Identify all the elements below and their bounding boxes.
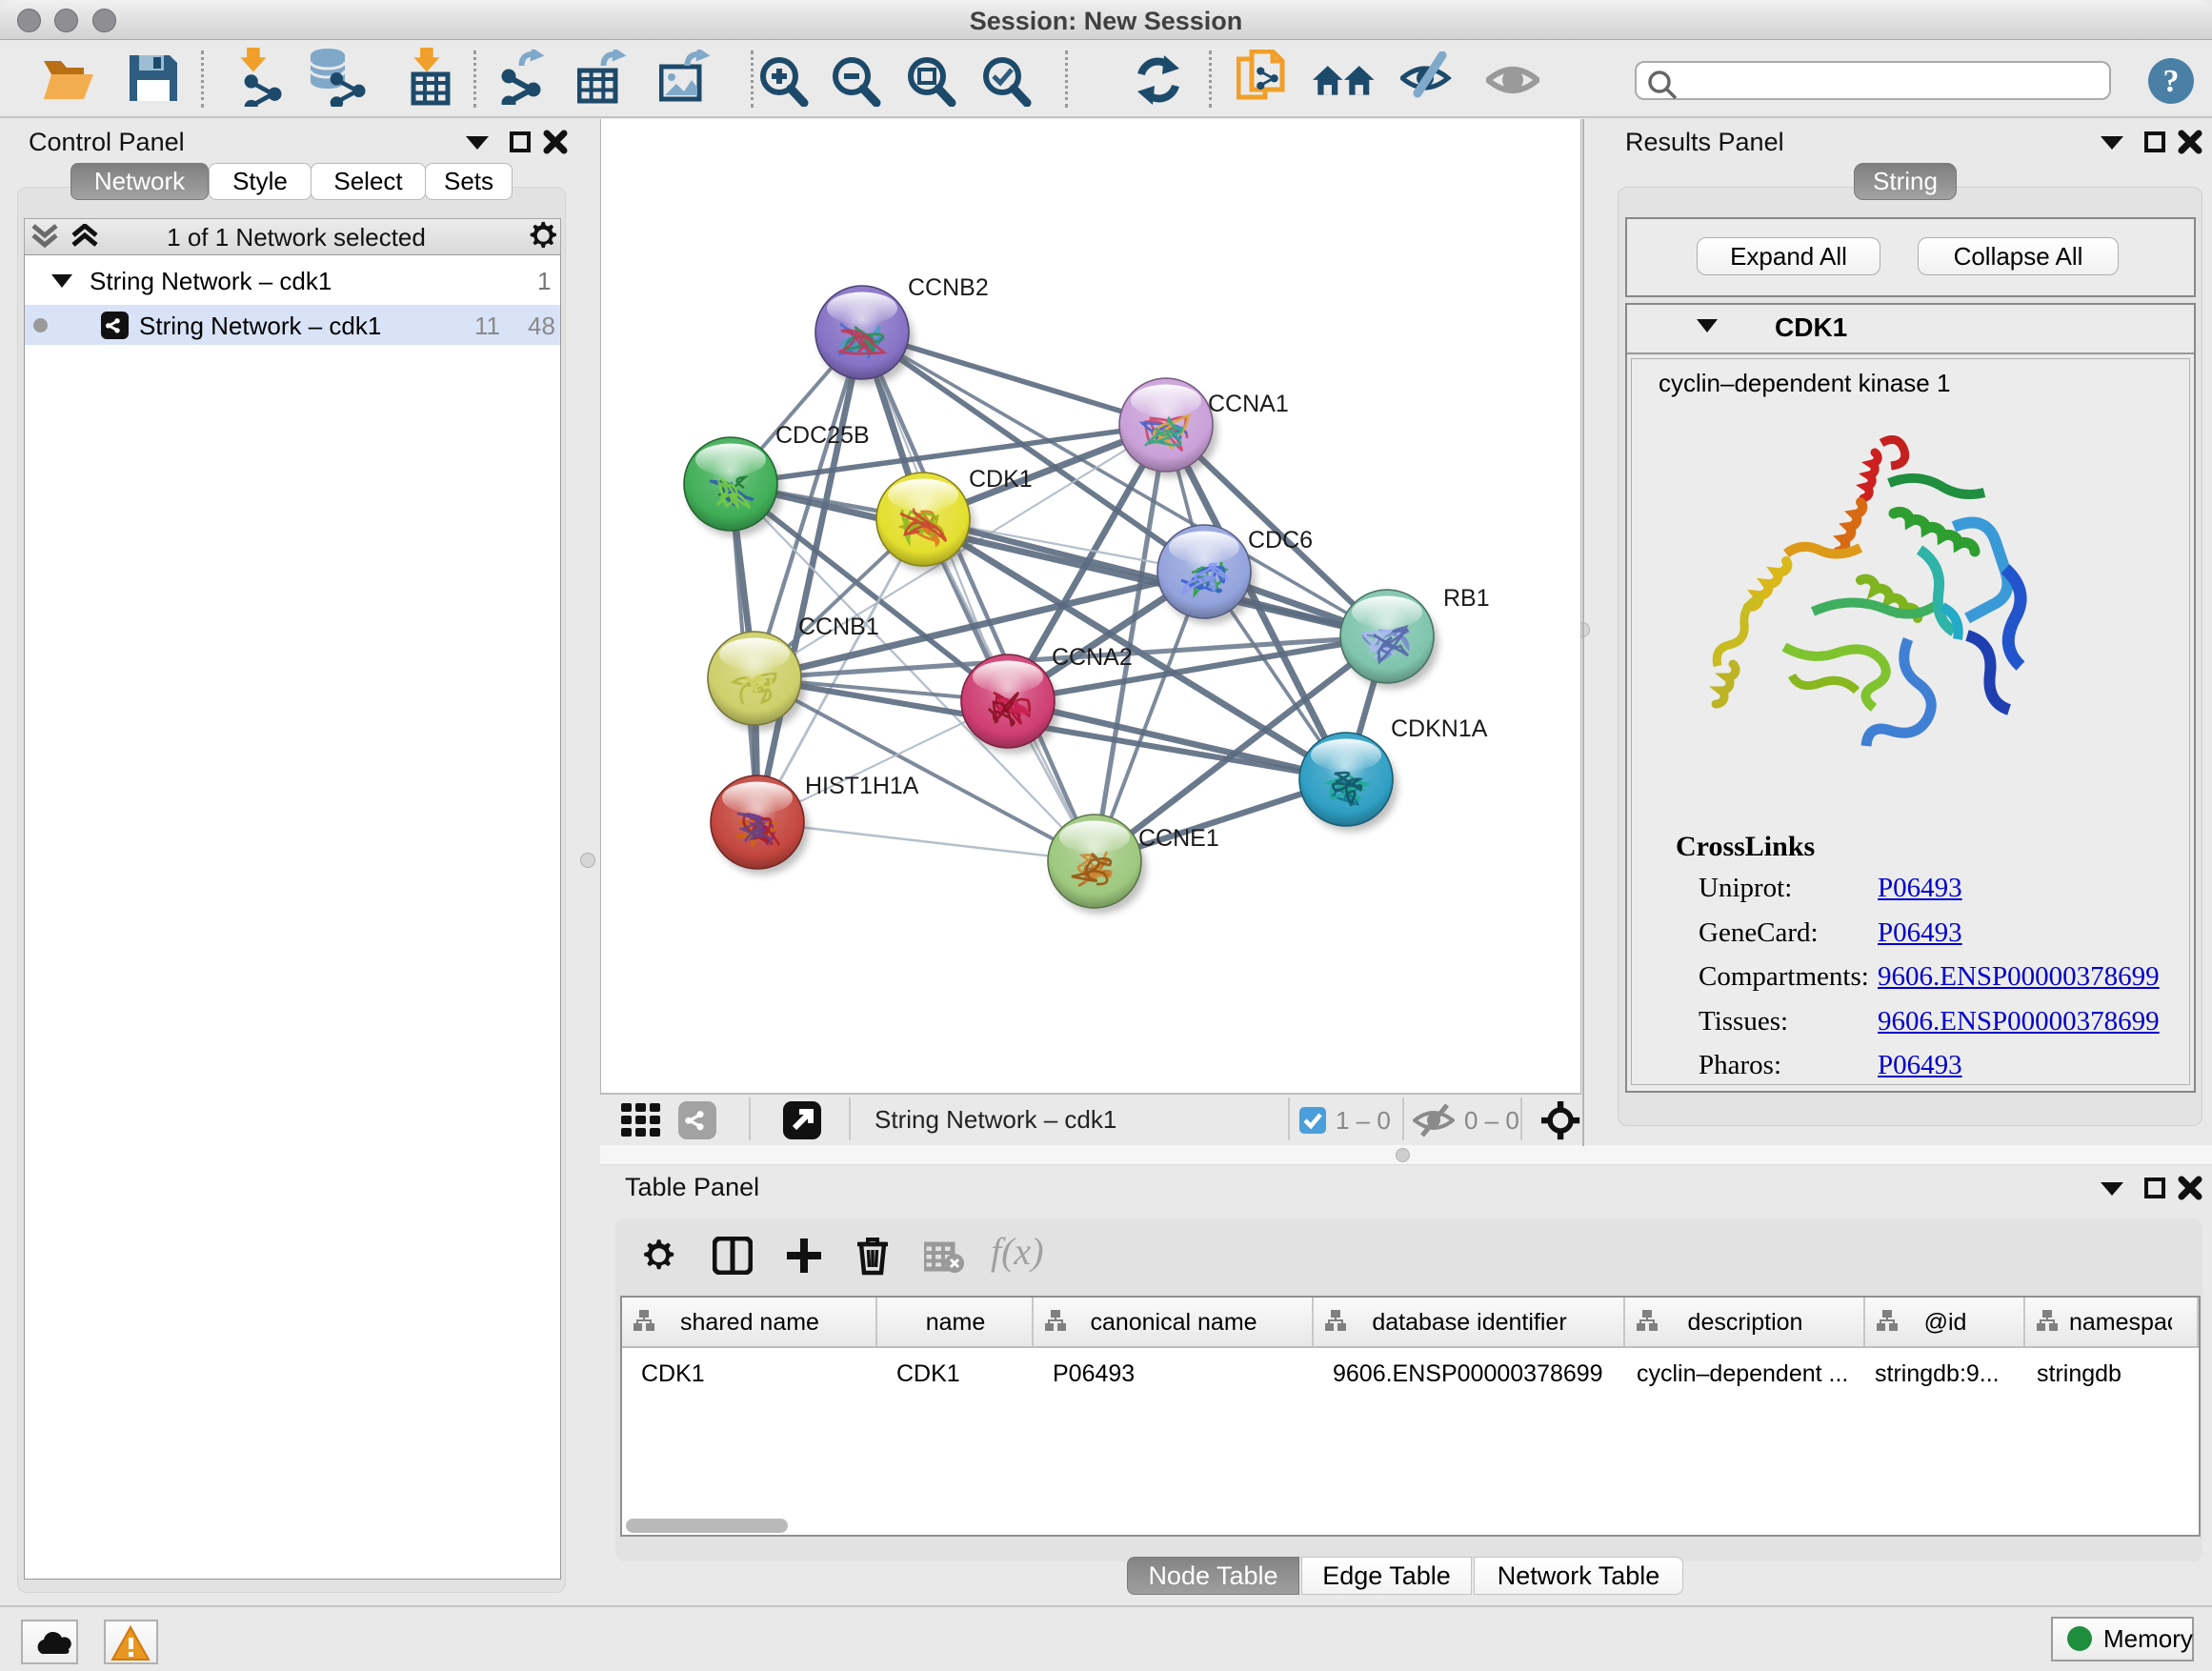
svg-text:CCNB1: CCNB1 xyxy=(798,614,879,640)
svg-text:CDKN1A: CDKN1A xyxy=(1391,715,1488,742)
svg-text:CCNE1: CCNE1 xyxy=(1138,825,1219,852)
svg-text:CCNA1: CCNA1 xyxy=(1208,391,1289,417)
svg-text:CDC6: CDC6 xyxy=(1248,527,1313,554)
svg-text:CCNA2: CCNA2 xyxy=(1052,644,1133,671)
svg-text:CDC25B: CDC25B xyxy=(775,422,870,449)
svg-text:CCNB2: CCNB2 xyxy=(908,274,989,301)
svg-text:HIST1H1A: HIST1H1A xyxy=(805,773,919,799)
svg-text:RB1: RB1 xyxy=(1443,585,1490,612)
svg-text:?: ? xyxy=(2163,64,2180,99)
svg-text:CDK1: CDK1 xyxy=(969,466,1033,493)
